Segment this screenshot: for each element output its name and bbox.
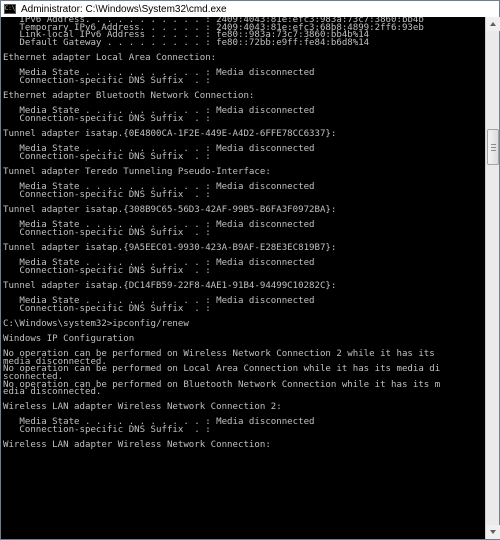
console-line: Ethernet adapter Bluetooth Network Conne… <box>3 90 255 101</box>
console-line: Connection-specific DNS Suffix . : <box>3 425 211 436</box>
console-line: Connection-specific DNS Suffix . : <box>3 75 211 86</box>
console-line: Connection-specific DNS Suffix . : <box>3 303 211 314</box>
console-line: Ethernet adapter Local Area Connection: <box>3 52 217 63</box>
scroll-up-arrow-icon <box>490 22 496 26</box>
console-line: Connection-specific DNS Suffix . : <box>3 151 211 162</box>
console-line: C:\Windows\system32>ipconfig/renew <box>3 318 189 329</box>
console-line: Wireless LAN adapter Wireless Network Co… <box>3 440 271 451</box>
console-lines: IPv6 Address. . . . . . . . . . . : 2409… <box>1 17 485 450</box>
cmd-icon-glyph: C:\ <box>4 5 16 12</box>
console-line: Connection-specific DNS Suffix . : <box>3 113 211 124</box>
scrollbar-thumb[interactable] <box>487 129 499 165</box>
scroll-down-arrow-icon <box>490 530 496 534</box>
vertical-scrollbar[interactable] <box>485 17 500 539</box>
thumb-grip-line <box>491 150 496 151</box>
console-line: Default Gateway . . . . . . . . . : fe80… <box>3 37 370 48</box>
scroll-up-button[interactable] <box>486 17 500 31</box>
console-line: Connection-specific DNS Suffix . : <box>3 189 211 200</box>
cmd-icon[interactable]: C:\ <box>4 4 16 14</box>
cmd-window: C:\ Administrator: C:\Windows\System32\c… <box>0 0 500 540</box>
console-line: Tunnel adapter isatap.{308B9C65-56D3-42A… <box>3 204 337 215</box>
console-line: Tunnel adapter isatap.{DC14FB59-22F8-4AE… <box>3 280 337 291</box>
title-bar[interactable]: C:\ Administrator: C:\Windows\System32\c… <box>1 1 499 17</box>
window-title: Administrator: C:\Windows\System32\cmd.e… <box>21 3 227 15</box>
console-line: Tunnel adapter Teredo Tunneling Pseudo-I… <box>3 166 271 177</box>
scroll-down-button[interactable] <box>486 525 500 539</box>
console-line: No operation can be performed on Local A… <box>3 364 441 375</box>
console-line: Connection-specific DNS Suffix . : <box>3 227 211 238</box>
console-output[interactable]: IPv6 Address. . . . . . . . . . . : 2409… <box>1 17 485 539</box>
console-line: Connection-specific DNS Suffix . : <box>3 265 211 276</box>
thumb-grip-line <box>491 144 496 145</box>
console-line: Wireless LAN adapter Wireless Network Co… <box>3 402 282 413</box>
console-line: edia disconnected. <box>3 387 102 398</box>
console-line: Tunnel adapter isatap.{9A5EEC01-9930-423… <box>3 242 337 253</box>
console-line: Windows IP Configuration <box>3 333 135 344</box>
console-line: Tunnel adapter isatap.{0E4800CA-1F2E-449… <box>3 128 337 139</box>
thumb-grip-line <box>491 147 496 148</box>
